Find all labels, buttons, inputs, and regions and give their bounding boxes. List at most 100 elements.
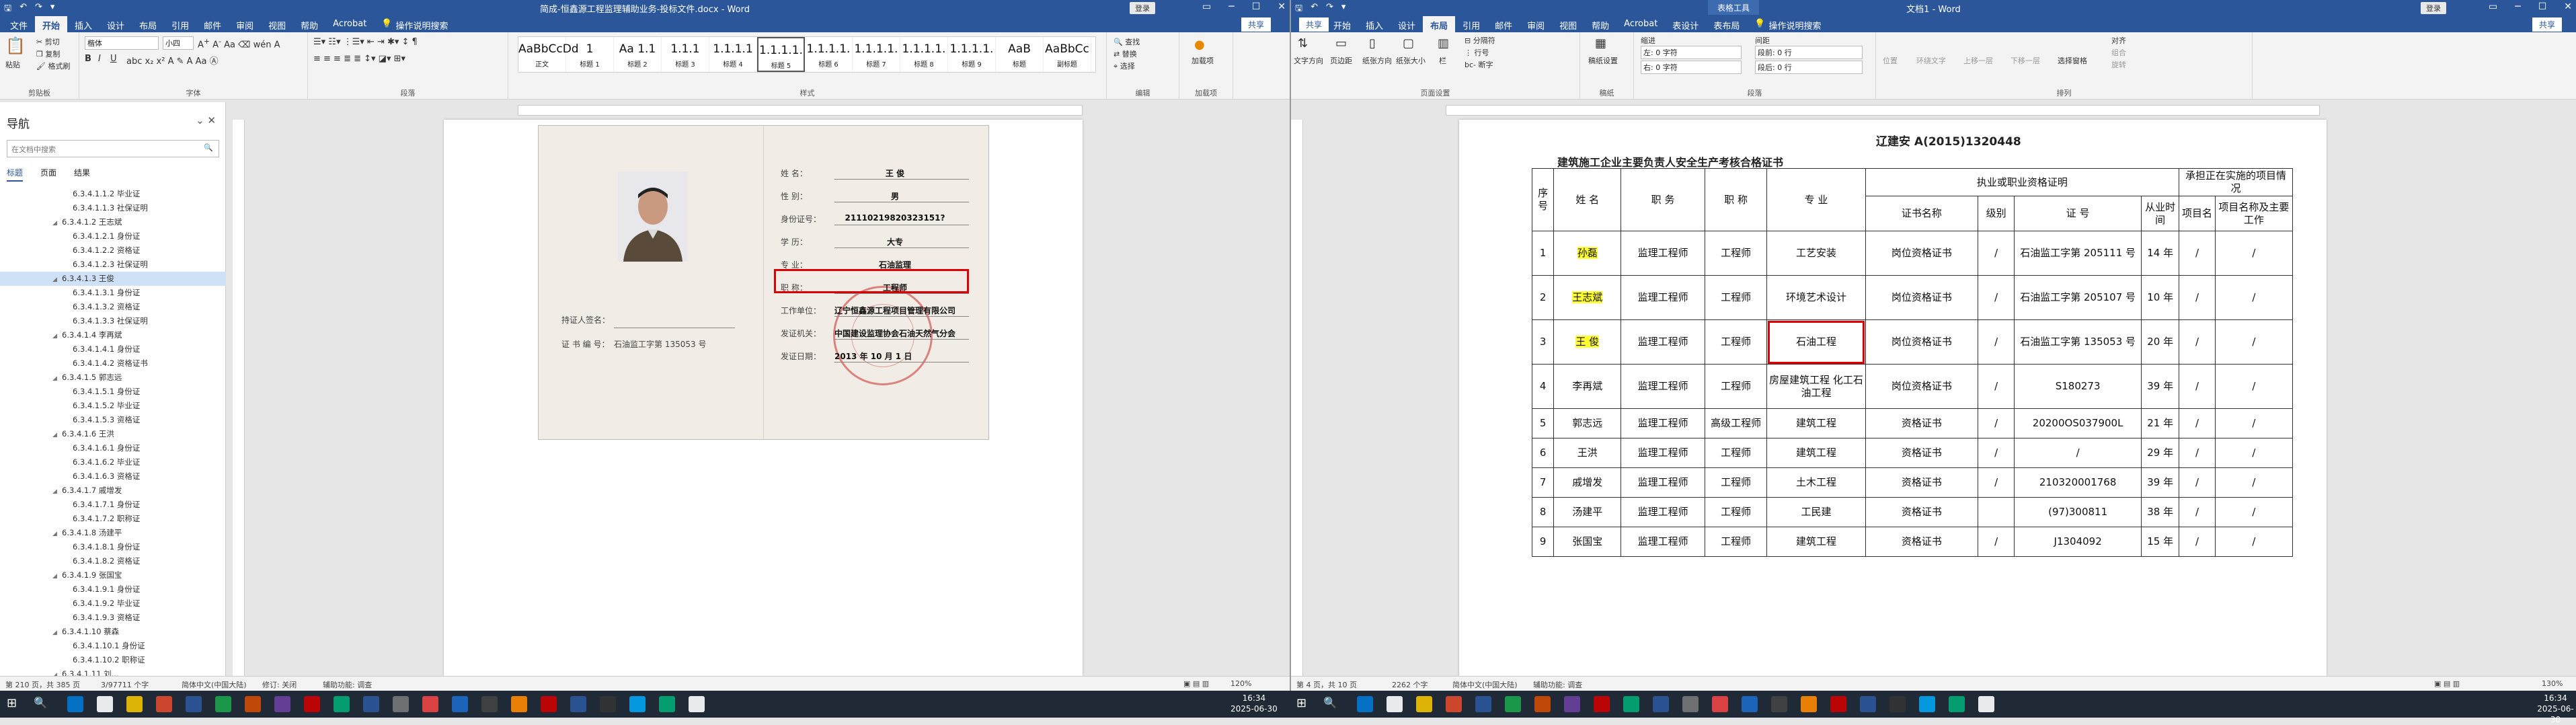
nav-item[interactable]: 6.3.4.1.5.1 身份证 bbox=[0, 385, 226, 399]
accessibility[interactable]: 辅助功能: 调查 bbox=[1533, 679, 1582, 690]
cell-position[interactable]: 监理工程师 bbox=[1621, 319, 1705, 365]
taskbar-app-icon[interactable] bbox=[689, 696, 705, 712]
cell-p1[interactable]: / bbox=[2179, 275, 2216, 320]
cell-years[interactable]: 29 年 bbox=[2141, 438, 2180, 468]
taskbar-app-icon[interactable] bbox=[1416, 696, 1432, 712]
cell-p2[interactable]: / bbox=[2214, 231, 2294, 276]
taskbar-app-icon[interactable] bbox=[659, 696, 675, 712]
nav-item[interactable]: 6.3.4.1.10.2 职称证 bbox=[0, 653, 226, 667]
copy-button[interactable]: ❐ 复制 bbox=[36, 48, 60, 59]
horizontal-ruler[interactable] bbox=[518, 105, 1083, 116]
cell-p1[interactable]: / bbox=[2179, 408, 2216, 438]
send-backward-button[interactable]: 下移一层 bbox=[2011, 55, 2040, 66]
tab-5[interactable]: 引用 bbox=[1455, 16, 1487, 32]
style-6[interactable]: 1.1.1.1. 标题 6 bbox=[805, 37, 853, 72]
orientation-icon[interactable]: ▯ bbox=[1369, 36, 1376, 50]
vertical-ruler[interactable] bbox=[233, 120, 245, 676]
cell-p2[interactable]: / bbox=[2214, 467, 2294, 498]
cell-p1[interactable]: / bbox=[2179, 364, 2216, 409]
taskbar-app-icon[interactable] bbox=[541, 696, 557, 712]
close-icon[interactable]: ✕ bbox=[207, 114, 216, 126]
cell-cert[interactable]: 岗位资格证书 bbox=[1865, 231, 1979, 276]
columns-button[interactable]: 栏 bbox=[1439, 55, 1446, 66]
style-9[interactable]: 1.1.1.1. 标题 9 bbox=[948, 37, 996, 72]
cell-cert[interactable]: 岗位资格证书 bbox=[1865, 275, 1979, 320]
taskbar-app-icon[interactable] bbox=[1860, 696, 1876, 712]
cell-p2[interactable]: / bbox=[2214, 438, 2294, 468]
style-11[interactable]: AaBbCc 副标题 bbox=[1044, 37, 1091, 72]
cell-p2[interactable]: / bbox=[2214, 527, 2294, 557]
taskbar-app-icon[interactable] bbox=[1801, 696, 1817, 712]
cell-level[interactable] bbox=[1978, 497, 2015, 527]
hyphenation-button[interactable]: bc- 断字 bbox=[1465, 59, 1493, 70]
taskbar-app-icon[interactable] bbox=[363, 696, 379, 712]
style-7[interactable]: 1.1.1.1. 标题 7 bbox=[853, 37, 900, 72]
rotate-button[interactable]: 旋转 bbox=[2111, 59, 2126, 70]
tab-7[interactable]: 审阅 bbox=[1520, 16, 1552, 32]
cell-seq[interactable]: 5 bbox=[1531, 408, 1555, 438]
cell-p1[interactable]: / bbox=[2179, 467, 2216, 498]
style-0[interactable]: AaBbCcDd 正文 bbox=[518, 37, 579, 72]
cell-seq[interactable]: 2 bbox=[1531, 275, 1555, 320]
spacing-before-box[interactable]: 段前: 0 行 bbox=[1755, 46, 1863, 59]
zoom-level[interactable]: 120% bbox=[1231, 679, 1251, 688]
cell-position[interactable]: 监理工程师 bbox=[1621, 467, 1705, 498]
breaks-button[interactable]: ⊟ 分隔符 bbox=[1465, 35, 1495, 46]
style-3[interactable]: 1.1.1 标题 3 bbox=[662, 37, 709, 72]
share-button[interactable]: 共享 bbox=[1241, 17, 1272, 32]
taskbar-app-icon[interactable] bbox=[600, 696, 616, 712]
cell-title[interactable]: 工程师 bbox=[1704, 364, 1768, 409]
cell-level[interactable]: / bbox=[1978, 408, 2015, 438]
nav-item[interactable]: 6.3.4.1.4.2 资格证书 bbox=[0, 356, 226, 371]
taskbar-app-icon[interactable] bbox=[1742, 696, 1758, 712]
nav-item[interactable]: 6.3.4.1.6.2 毕业证 bbox=[0, 455, 226, 469]
cell-no[interactable]: (97)300811 bbox=[2014, 497, 2142, 527]
cell-position[interactable]: 监理工程师 bbox=[1621, 438, 1705, 468]
nav-item[interactable]: 6.3.4.1.7.1 身份证 bbox=[0, 498, 226, 512]
cell-major[interactable]: 环境艺术设计 bbox=[1766, 275, 1866, 320]
nav-item[interactable]: 6.3.4.1.5.3 资格证 bbox=[0, 413, 226, 427]
cell-p2[interactable]: / bbox=[2214, 275, 2294, 320]
cell-major[interactable]: 建筑工程 bbox=[1766, 438, 1866, 468]
cell-p1[interactable]: / bbox=[2179, 231, 2216, 276]
cell-years[interactable]: 10 年 bbox=[2141, 275, 2180, 320]
underline-icon[interactable]: U bbox=[110, 54, 117, 64]
taskbar-app-icon[interactable] bbox=[186, 696, 202, 712]
tab-6[interactable]: 邮件 bbox=[196, 16, 229, 32]
horizontal-ruler[interactable] bbox=[1446, 105, 2320, 116]
taskbar-app-icon[interactable] bbox=[481, 696, 498, 712]
nav-tab-2[interactable]: 结果 bbox=[74, 167, 90, 182]
language[interactable]: 简体中文(中国大陆) bbox=[182, 679, 247, 690]
taskbar-app-icon[interactable] bbox=[1475, 696, 1491, 712]
style-10[interactable]: AaB 标题 bbox=[996, 37, 1044, 72]
nav-item[interactable]: ◢ 6.3.4.1.4 李再斌 bbox=[0, 328, 226, 342]
taskbar-app-icon[interactable] bbox=[1830, 696, 1846, 712]
nav-item[interactable]: 6.3.4.1.8.1 身份证 bbox=[0, 540, 226, 554]
columns-icon[interactable]: ▥ bbox=[1438, 36, 1449, 50]
cell-seq[interactable]: 4 bbox=[1531, 364, 1555, 409]
cell-major[interactable]: 房屋建筑工程 化工石油工程 bbox=[1766, 364, 1866, 409]
search-icon[interactable]: 🔍 bbox=[1323, 696, 1339, 712]
taskbar-app-icon[interactable] bbox=[1505, 696, 1521, 712]
taskbar-app-icon[interactable] bbox=[1949, 696, 1965, 712]
paper-size-button[interactable]: 纸张大小 bbox=[1396, 55, 1426, 66]
line-numbers-button[interactable]: ⋮ 行号 bbox=[1465, 47, 1489, 58]
style-5[interactable]: 1.1.1.1. 标题 5 bbox=[757, 37, 805, 72]
cell-p1[interactable]: / bbox=[2179, 527, 2216, 557]
cell-no[interactable]: 石油监工字第 135053 号 bbox=[2014, 319, 2142, 365]
login-button[interactable]: 登录 bbox=[2421, 2, 2446, 14]
share-button[interactable]: 共享 bbox=[2532, 17, 2563, 32]
close-icon[interactable]: ✕ bbox=[1278, 1, 1286, 12]
nav-item[interactable]: ◢ 6.3.4.1.7 戚增发 bbox=[0, 484, 226, 498]
nav-item[interactable]: 6.3.4.1.9.1 身份证 bbox=[0, 582, 226, 597]
taskbar-app-icon[interactable] bbox=[97, 696, 113, 712]
tell-me-search[interactable]: 💡 操作说明搜索 bbox=[1747, 16, 1828, 32]
cell-no[interactable]: / bbox=[2014, 438, 2142, 468]
collapse-icon[interactable]: ◢ bbox=[52, 527, 62, 540]
taskbar-app-icon[interactable] bbox=[511, 696, 527, 712]
nav-item[interactable]: 6.3.4.1.8.2 资格证 bbox=[0, 554, 226, 568]
cell-position[interactable]: 监理工程师 bbox=[1621, 408, 1705, 438]
orientation-button[interactable]: 纸张方向 bbox=[1362, 55, 1392, 66]
cell-level[interactable]: / bbox=[1978, 319, 2015, 365]
cell-major[interactable]: 土木工程 bbox=[1766, 467, 1866, 498]
